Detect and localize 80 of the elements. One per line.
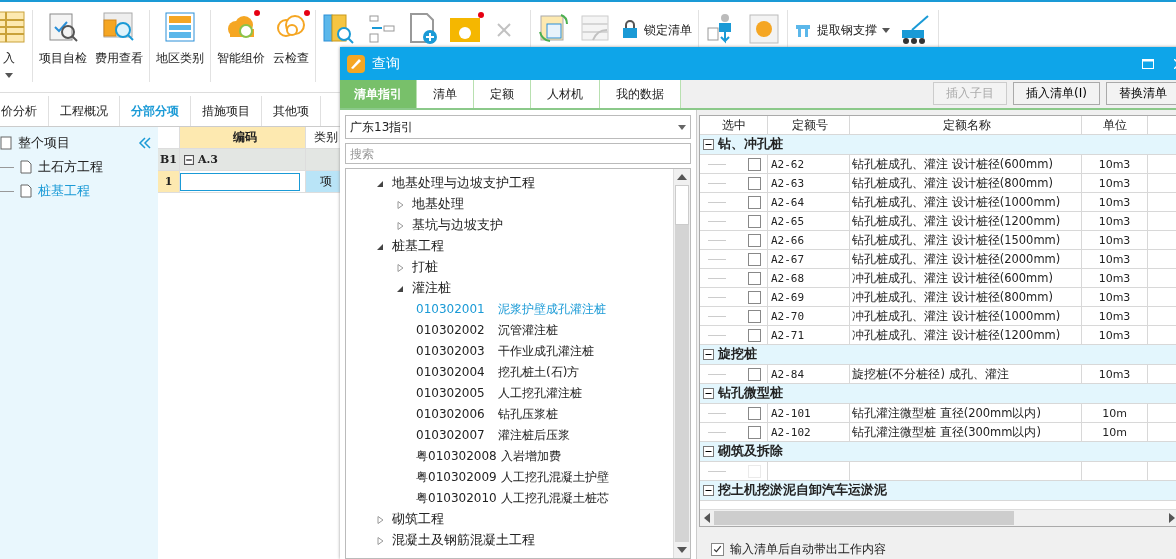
tree-node[interactable]: 地基处理 <box>412 196 464 213</box>
guide-dropdown[interactable]: 广东13指引 <box>345 115 691 139</box>
table-cell: 10m3 <box>1082 174 1148 193</box>
tab[interactable]: 措施项目 <box>191 96 262 126</box>
guide-item[interactable]: 010302007 灌注桩后压浆 <box>416 427 570 444</box>
guide-item[interactable]: 010302002 沉管灌注桩 <box>416 322 558 339</box>
ribbon-button[interactable]: 提取钢支撑 <box>794 20 890 40</box>
dialog-button[interactable]: 替换清单 <box>1106 82 1176 105</box>
table-cell: A2-63 <box>768 174 850 193</box>
table-cell: 钻孔桩成孔、灌注 设计桩径(1500mm) <box>850 231 1082 250</box>
tree-node[interactable]: 打桩 <box>412 259 438 276</box>
table-cell: 10m3 <box>1082 155 1148 174</box>
tree-node[interactable]: 灌注桩 <box>412 280 451 297</box>
ribbon-button[interactable]: 项目自检 <box>39 10 87 67</box>
tree-node[interactable]: 混凝土及钢筋混凝土工程 <box>392 532 535 549</box>
checkbox-label[interactable]: 输入清单后自动带出工作内容 <box>730 541 886 558</box>
table-cell: 钻孔桩成孔、灌注 设计桩径(800mm) <box>850 174 1082 193</box>
table-cell: 10m3 <box>1082 231 1148 250</box>
guide-item[interactable]: 010302005 人工挖孔灌注桩 <box>416 385 582 402</box>
table-cell: 10m3 <box>1082 307 1148 326</box>
table-cell: 钻孔灌注微型桩 直径(200mm以内) <box>850 404 1082 423</box>
tab[interactable]: 价分析 <box>0 96 49 126</box>
tree-node[interactable]: 桩基工程 <box>392 238 444 255</box>
guide-item[interactable]: 010302004 挖孔桩土(石)方 <box>416 364 580 381</box>
ribbon-button[interactable]: 智能组价 <box>217 10 265 67</box>
row-number: 1 <box>158 171 180 193</box>
table-cell: 冲孔桩成孔、灌注 设计桩径(1000mm) <box>850 307 1082 326</box>
tree-node[interactable]: 基坑与边坡支护 <box>412 217 503 234</box>
table-cell: A2-69 <box>768 288 850 307</box>
group-title: 钻、冲孔桩 <box>718 136 783 153</box>
group-title: 旋挖桩 <box>718 346 757 363</box>
table-cell: A2-64 <box>768 193 850 212</box>
ribbon-button[interactable]: 云检查 <box>273 10 309 67</box>
table-cell: A2-101 <box>768 404 850 423</box>
tab[interactable]: 人材机 <box>531 80 600 108</box>
guide-item[interactable]: 010302006 钻孔压浆桩 <box>416 406 558 423</box>
ribbon-button[interactable]: 入 <box>0 10 26 78</box>
table-cell: 10m3 <box>1082 250 1148 269</box>
table-cell: A2-62 <box>768 155 850 174</box>
table-cell: 钻孔桩成孔、灌注 设计桩径(1000mm) <box>850 193 1082 212</box>
guide-item[interactable]: 粤010302010 人工挖孔混凝土桩芯 <box>416 490 609 507</box>
section-code: A.3 <box>198 153 219 166</box>
tree-node[interactable]: 地基处理与边坡支护工程 <box>392 175 535 192</box>
table-cell: A2-68 <box>768 269 850 288</box>
group-title: 挖土机挖淤泥自卸汽车运淤泥 <box>718 482 887 499</box>
tab[interactable]: 其他项 <box>262 96 321 126</box>
dialog-button[interactable]: 插入清单(I) <box>1013 82 1100 105</box>
guide-item[interactable]: 010302003 干作业成孔灌注桩 <box>416 343 594 360</box>
ribbon-button[interactable]: 费用查看 <box>95 10 143 67</box>
tab[interactable]: 清单 <box>417 80 474 108</box>
table-cell: 10m3 <box>1082 193 1148 212</box>
table-cell: A2-70 <box>768 307 850 326</box>
table-cell: A2-66 <box>768 231 850 250</box>
table-cell: 10m <box>1082 404 1148 423</box>
table-cell: 10m3 <box>1082 288 1148 307</box>
table-cell: 冲孔桩成孔、灌注 设计桩径(800mm) <box>850 288 1082 307</box>
table-cell: 冲孔桩成孔、灌注 设计桩径(600mm) <box>850 269 1082 288</box>
table-cell: A2-67 <box>768 250 850 269</box>
window-title: 查询 <box>372 54 401 73</box>
ribbon-button[interactable]: 地区类别 <box>156 10 204 67</box>
group-title: 钻孔微型桩 <box>718 385 783 402</box>
table-cell: A2-65 <box>768 212 850 231</box>
tree-node[interactable]: 整个项目 <box>18 134 132 152</box>
table-cell: 10m3 <box>1082 269 1148 288</box>
tree-node[interactable]: 土石方工程 <box>38 158 103 176</box>
group-title: 砌筑及拆除 <box>718 443 783 460</box>
tab[interactable]: 定额 <box>474 80 531 108</box>
tab[interactable]: 工程概况 <box>49 96 120 126</box>
table-cell: 钻孔桩成孔、灌注 设计桩径(1200mm) <box>850 212 1082 231</box>
table-cell: 钻孔桩成孔、灌注 设计桩径(600mm) <box>850 155 1082 174</box>
column-header: 编码 <box>180 127 306 149</box>
ribbon-button[interactable]: 锁定清单 <box>621 20 692 40</box>
table-cell: 钻孔桩成孔、灌注 设计桩径(2000mm) <box>850 250 1082 269</box>
tree-node[interactable]: 砌筑工程 <box>392 511 444 528</box>
search-field[interactable]: 搜索 <box>345 143 691 164</box>
tab[interactable]: 我的数据 <box>600 80 681 108</box>
guide-item[interactable]: 粤010302008 入岩增加费 <box>416 448 561 465</box>
table-cell: 10m3 <box>1082 212 1148 231</box>
row-number: B1 <box>158 149 180 171</box>
guide-item[interactable]: 粤010302009 人工挖孔混凝土护壁 <box>416 469 609 486</box>
